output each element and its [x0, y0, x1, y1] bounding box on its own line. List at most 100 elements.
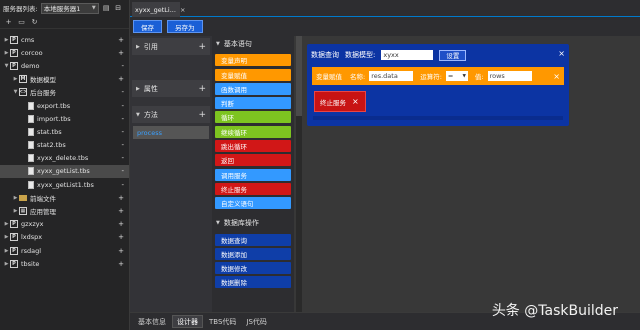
tree-toolbar: + ▭ ↻	[0, 16, 129, 29]
tree-item[interactable]: import.tbs -	[0, 112, 129, 125]
refresh-icon[interactable]: ↻	[30, 18, 39, 27]
tree-item-marker[interactable]: -	[121, 62, 124, 70]
tree-item-marker[interactable]: +	[118, 36, 124, 44]
tree-item-marker[interactable]: +	[118, 75, 124, 83]
methods-section[interactable]: ▼ 方法 +	[132, 106, 210, 123]
data-query-block[interactable]: 数据查询 数据模型: xyxx 设置 × 变量赋值 名称: res.data 运…	[307, 44, 569, 126]
save-as-button[interactable]: 另存为	[167, 20, 203, 33]
tree-item[interactable]: export.tbs -	[0, 99, 129, 112]
add-icon[interactable]: +	[4, 18, 13, 27]
caret-right-icon[interactable]: ▶	[12, 76, 19, 82]
attributes-section[interactable]: ▶ 属性 +	[132, 80, 210, 97]
design-canvas[interactable]: 数据查询 数据模型: xyxx 设置 × 变量赋值 名称: res.data 运…	[294, 36, 640, 312]
tree-item[interactable]: ▶ Pcms +	[0, 33, 129, 46]
horizontal-scrollbar[interactable]	[313, 116, 563, 120]
server-config-icon[interactable]: ▤	[102, 4, 111, 13]
palette-item[interactable]: 数据查询	[215, 233, 291, 246]
caret-right-icon[interactable]: ▶	[3, 221, 10, 227]
palette-item[interactable]: 数据删除	[215, 276, 291, 289]
palette-item[interactable]: 变量声明	[215, 54, 291, 67]
tree-item-marker[interactable]: -	[121, 88, 124, 96]
folder-icon[interactable]: ▭	[17, 18, 26, 27]
tree-item-marker[interactable]: +	[118, 49, 124, 57]
bottom-tab[interactable]: 设计器	[172, 315, 203, 328]
palette-item[interactable]: 调用服务	[215, 168, 291, 181]
palette-item[interactable]: 终止服务	[215, 182, 291, 195]
caret-right-icon[interactable]: ▶	[12, 208, 19, 214]
tree-item[interactable]: ▶ 前端文件 +	[0, 191, 129, 204]
save-button[interactable]: 保存	[133, 20, 162, 33]
tree-item-marker[interactable]: +	[118, 194, 124, 202]
palette-item[interactable]: 继续循环	[215, 125, 291, 138]
bottom-tab[interactable]: 基本信息	[134, 315, 170, 328]
vertical-scrollbar[interactable]	[296, 36, 302, 312]
tree-item-marker[interactable]: -	[121, 154, 124, 162]
value-input[interactable]: rows	[487, 71, 532, 81]
db-operations-header[interactable]: ▼ 数据库操作	[212, 215, 294, 231]
palette-item[interactable]: 循环	[215, 111, 291, 124]
caret-right-icon[interactable]: ▶	[3, 234, 10, 240]
tree-item[interactable]: ▶ Prsdagl +	[0, 244, 129, 257]
tree-item-marker[interactable]: +	[118, 220, 124, 228]
tree-item[interactable]: ▼ Pdemo -	[0, 59, 129, 72]
doc-tab[interactable]: xyxx_getLi... ×	[132, 2, 185, 17]
data-model-input[interactable]: xyxx	[381, 50, 434, 60]
tree-item-marker[interactable]: -	[121, 128, 124, 136]
tree-item[interactable]: ▶ Plxdspx +	[0, 231, 129, 244]
end-service-statement[interactable]: 终止服务 ×	[314, 91, 366, 112]
method-item-process[interactable]: process	[133, 126, 209, 139]
palette-item[interactable]: 变量赋值	[215, 68, 291, 81]
tree-item[interactable]: stat.tbs -	[0, 125, 129, 138]
operator-select[interactable]: = ▼	[445, 71, 468, 81]
tree-item-marker[interactable]: -	[121, 181, 124, 189]
tree-item-marker[interactable]: -	[121, 141, 124, 149]
palette-item[interactable]: 数据添加	[215, 247, 291, 260]
palette-item[interactable]: 跳出循环	[215, 140, 291, 153]
caret-right-icon[interactable]: ▶	[3, 50, 10, 56]
basic-statements-header[interactable]: ▼ 基本语句	[212, 36, 294, 52]
tree-item[interactable]: ▶ Pgzxzyx +	[0, 218, 129, 231]
scrollbar-thumb[interactable]	[296, 36, 302, 116]
close-icon[interactable]: ×	[180, 6, 185, 14]
name-input[interactable]: res.data	[369, 71, 414, 81]
tree-item-marker[interactable]: -	[121, 167, 124, 175]
caret-right-icon[interactable]: ▶	[3, 248, 10, 254]
tree-item-marker[interactable]: +	[118, 260, 124, 268]
close-icon[interactable]: ×	[558, 49, 565, 58]
collapse-icon[interactable]: ⊟	[114, 4, 123, 13]
variable-assign-statement[interactable]: 变量赋值 名称: res.data 运算符: = ▼ 值: rows ×	[312, 67, 564, 85]
caret-right-icon[interactable]: ▶	[3, 261, 10, 267]
caret-right-icon[interactable]: ▶	[3, 37, 10, 43]
tree-item[interactable]: ▶ M 数据模型 +	[0, 73, 129, 86]
tree-item[interactable]: xyxx_getList1.tbs -	[0, 178, 129, 191]
settings-button[interactable]: 设置	[439, 49, 467, 61]
server-select[interactable]: 本地服务器1 ▼	[40, 2, 99, 14]
palette-item[interactable]: 返回	[215, 154, 291, 167]
caret-right-icon[interactable]: ▶	[12, 195, 19, 201]
add-attribute-button[interactable]: +	[198, 84, 206, 94]
references-section[interactable]: ▶ 引用 +	[132, 38, 210, 55]
tree-item[interactable]: ▶ Ptbsite +	[0, 257, 129, 270]
close-icon[interactable]: ×	[553, 72, 560, 81]
palette-item[interactable]: 数据修改	[215, 262, 291, 275]
tree-item-marker[interactable]: +	[118, 207, 124, 215]
tree-item[interactable]: ▶ ▦ 应用管理 +	[0, 204, 129, 217]
bottom-tab[interactable]: TBS代码	[205, 315, 240, 328]
add-method-button[interactable]: +	[198, 110, 206, 120]
palette-item[interactable]: 函数调用	[215, 82, 291, 95]
palette-item[interactable]: 自定义语句	[215, 197, 291, 210]
add-reference-button[interactable]: +	[198, 42, 206, 52]
tree-item[interactable]: ▼ <> 后台服务 -	[0, 86, 129, 99]
tree-item[interactable]: xyxx_delete.tbs -	[0, 152, 129, 165]
bottom-tab[interactable]: JS代码	[242, 315, 271, 328]
tree-item-marker[interactable]: +	[118, 233, 124, 241]
palette-item[interactable]: 判断	[215, 97, 291, 110]
caret-down-icon[interactable]: ▼	[3, 63, 10, 69]
tree-item[interactable]: xyxx_getList.tbs -	[0, 164, 129, 179]
tree-item-marker[interactable]: -	[121, 102, 124, 110]
tree-item-marker[interactable]: -	[121, 115, 124, 123]
close-icon[interactable]: ×	[352, 97, 359, 106]
tree-item[interactable]: ▶ Pcorcoo +	[0, 46, 129, 59]
tree-item-marker[interactable]: +	[118, 247, 124, 255]
tree-item[interactable]: stat2.tbs -	[0, 139, 129, 152]
